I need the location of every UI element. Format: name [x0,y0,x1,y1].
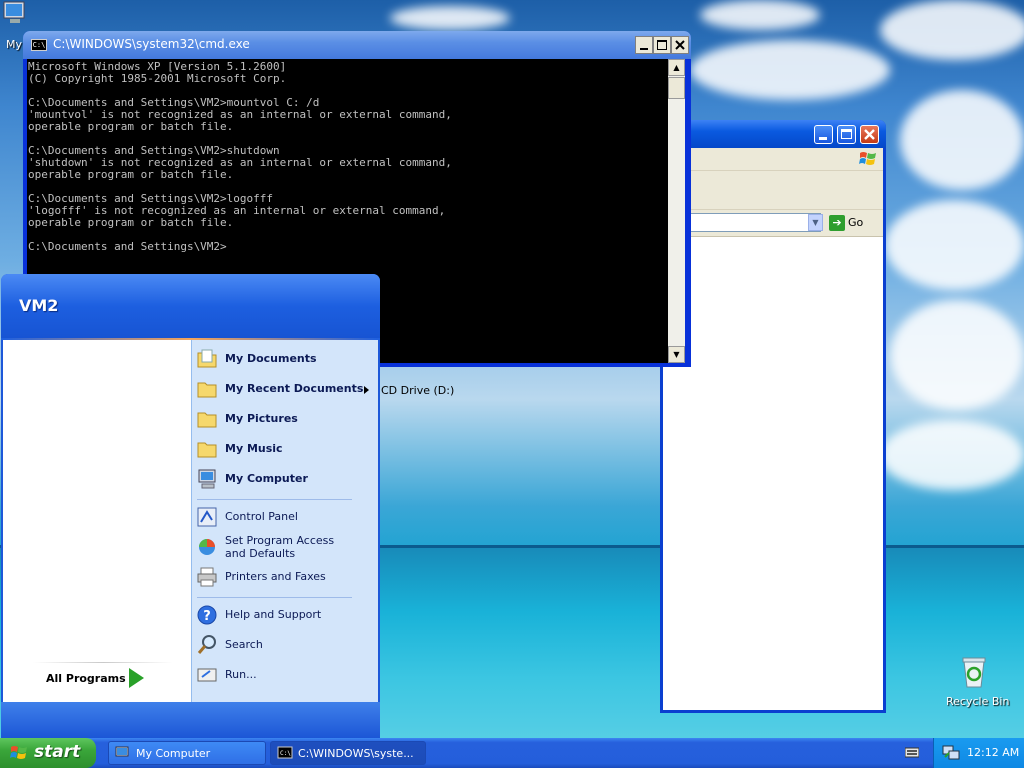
minimize-button[interactable] [814,125,833,144]
maximize-icon [657,40,667,50]
explorer-menubar [663,148,883,171]
close-icon [675,40,685,50]
taskbar-button-cmd[interactable]: C:\ C:\WINDOWS\syste... [270,741,426,765]
scroll-down-button[interactable]: ▼ [668,346,685,363]
help-icon: ? [197,605,217,625]
maximize-button[interactable] [837,125,856,144]
my-computer-icon [198,469,216,489]
recent-documents-icon [197,382,217,398]
cmd-maximize-button[interactable] [653,36,671,54]
scroll-thumb[interactable] [668,77,685,99]
my-music-icon [197,442,217,458]
close-icon [864,129,875,140]
minimize-icon [819,137,827,140]
minimize-icon [640,48,648,50]
go-arrow-icon: ➔ [829,215,845,231]
scroll-up-button[interactable]: ▲ [668,59,685,76]
my-pictures-icon [197,412,217,428]
clock[interactable]: 12:12 AM [967,746,1019,759]
address-bar: ▼ ➔ Go [663,210,883,237]
desktop: My Recycle Bin ▼ ➔ Go CD Drive (D:) C:\ … [0,0,1024,768]
windows-logo-icon [10,746,27,759]
recycle-bin-label: Recycle Bin [946,695,1010,708]
program-access-icon [199,539,215,555]
address-dropdown-button[interactable]: ▼ [808,214,823,231]
console-text: Microsoft Windows XP [Version 5.1.2600] … [28,60,452,253]
printer-icon [197,567,217,587]
cmd-title: C:\WINDOWS\system32\cmd.exe [53,37,250,51]
start-menu: VM2 All Programs [1,274,380,738]
maximize-icon [841,129,852,139]
desktop-icon-label: My [6,38,23,51]
start-button[interactable]: start [0,738,96,768]
system-tray: 12:12 AM [933,738,1024,768]
all-programs-button[interactable]: All Programs [46,672,126,685]
svg-text:C:\: C:\ [280,750,291,757]
user-name: VM2 [19,296,59,315]
start-menu-header: VM2 [1,274,380,338]
explorer-titlebar[interactable] [660,120,886,148]
cmd-close-button[interactable] [671,36,689,54]
cmd-titlebar[interactable]: C:\ C:\WINDOWS\system32\cmd.exe [23,31,691,59]
my-computer-icon [115,746,129,757]
network-icon[interactable] [942,745,960,761]
all-programs-arrow-icon [129,668,144,688]
my-documents-icon [197,349,217,368]
submenu-arrow-icon [364,386,369,394]
control-panel-icon [197,507,217,527]
svg-text:?: ? [203,609,211,624]
taskbar: start My Computer C:\ C:\WINDOWS\syste..… [0,738,1024,768]
windows-logo-icon [859,152,876,165]
my-computer-desktop-icon[interactable]: My [0,0,25,51]
recycle-bin-glyph-icon [962,657,986,688]
start-menu-footer [1,702,380,738]
cmd-icon: C:\ [31,39,47,51]
explorer-toolbar [663,171,883,210]
cmd-minimize-button[interactable] [635,36,653,54]
run-icon [197,668,217,682]
close-button[interactable] [860,125,879,144]
cmd-icon: C:\ [277,746,293,759]
monitor-icon [3,1,25,23]
taskbar-button-my-computer[interactable]: My Computer [108,741,266,765]
console-scrollbar[interactable]: ▲ ▼ [668,59,685,363]
pinned-programs [3,340,191,702]
cd-drive-item[interactable]: CD Drive (D:) [381,384,454,397]
keyboard-icon[interactable] [905,746,919,758]
go-button[interactable]: ➔ Go [829,213,877,233]
search-icon [197,635,216,654]
explorer-body: ▼ ➔ Go [663,148,883,710]
explorer-window[interactable]: ▼ ➔ Go [660,120,886,713]
